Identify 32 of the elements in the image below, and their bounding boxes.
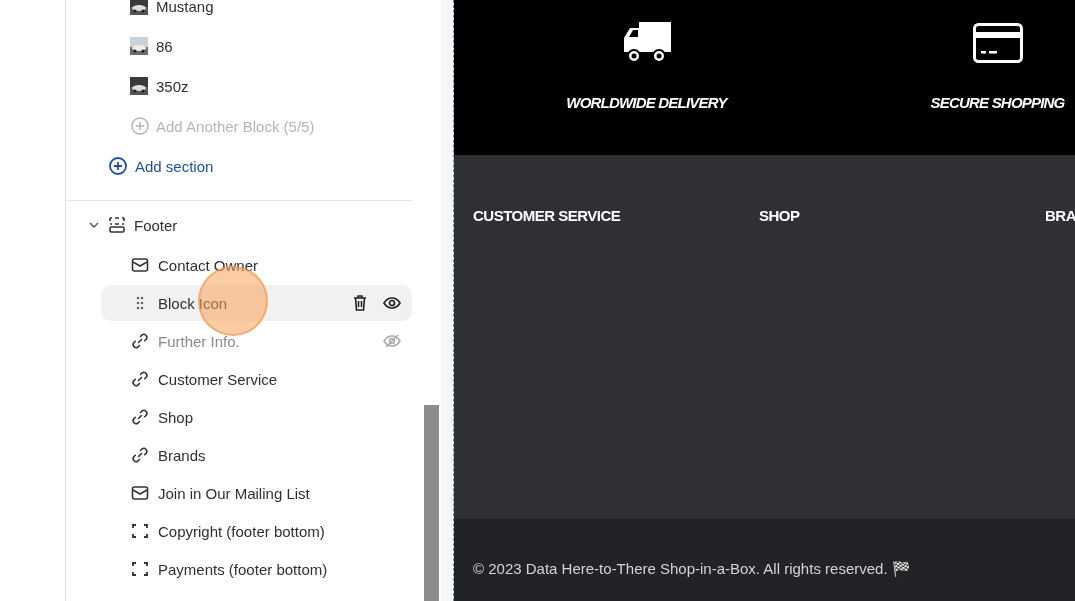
block-item[interactable]: Customer Service — [101, 361, 412, 397]
block-item[interactable]: Shop — [101, 399, 412, 435]
credit-card-icon — [972, 22, 1023, 64]
block-item[interactable]: Brands — [101, 437, 412, 473]
truck-icon — [621, 22, 672, 64]
section-label[interactable]: Footer — [134, 216, 178, 234]
block-item[interactable]: Block Icon — [101, 285, 412, 321]
column-heading: SHOP — [759, 207, 800, 224]
block-label[interactable]: 86 — [156, 37, 173, 55]
column-heading: CUSTOMER SERVICE — [473, 207, 621, 224]
footer-section-icon — [107, 215, 127, 235]
scrollbar-thumb[interactable] — [424, 405, 439, 601]
feature-title: WORLDWIDE DELIVERY — [566, 94, 727, 111]
plus-circle-icon — [130, 116, 150, 136]
envelope-icon — [130, 483, 150, 503]
block-label[interactable]: 350z — [156, 77, 189, 95]
dashed-frame-icon — [130, 559, 150, 579]
plus-circle-icon — [108, 156, 128, 176]
copyright-text: © 2023 Data Here-to-There Shop-in-a-Box. All rights reserved. 🏁 — [473, 560, 911, 578]
block-item[interactable]: Copyright (footer bottom) — [101, 513, 412, 549]
link-icon — [130, 445, 150, 465]
block-label[interactable]: Mustang — [156, 0, 214, 15]
column-heading: BRA — [1045, 207, 1075, 224]
link-icon — [130, 407, 150, 427]
add-section-button[interactable]: Add section — [108, 156, 214, 176]
block-item[interactable]: Payments (footer bottom) — [101, 551, 412, 587]
envelope-icon — [130, 255, 150, 275]
dashed-frame-icon — [130, 521, 150, 541]
block-item[interactable]: Join in Our Mailing List — [101, 475, 412, 511]
link-icon — [130, 369, 150, 389]
link-icon — [130, 331, 150, 351]
feature-title: SECURE SHOPPING — [930, 94, 1065, 111]
